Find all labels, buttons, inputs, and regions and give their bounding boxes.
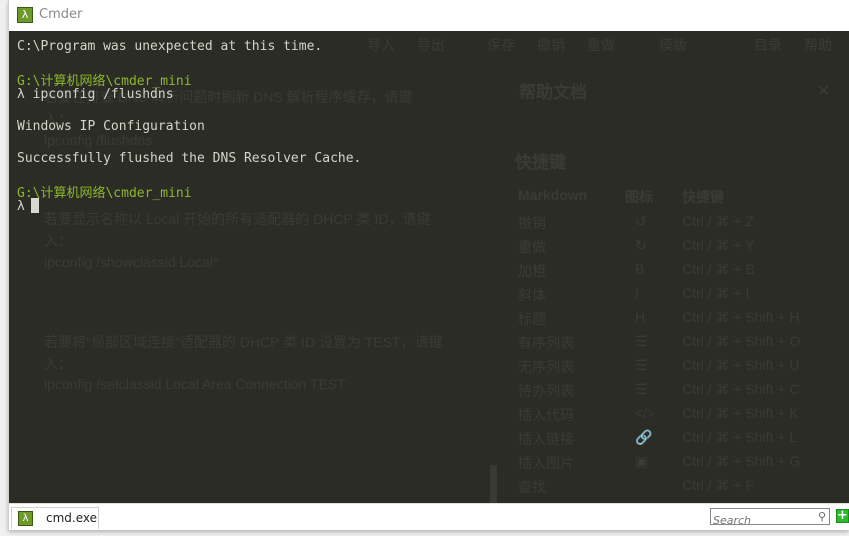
tab-cmd[interactable]: λ cmd.exe — [11, 507, 99, 529]
ghost-help-cell: H — [635, 309, 646, 325]
ghost-help-cell: Ctrl / ⌘ + Shift + C — [682, 381, 800, 397]
terminal-line: Windows IP Configuration — [17, 119, 205, 134]
ghost-help-cell: 插入图片 — [518, 455, 574, 471]
ghost-help-cell: ↻ — [635, 237, 647, 253]
ghost-help-cell: Ctrl / ⌘ + Shift + K — [682, 405, 799, 421]
ghost-help-cell: ☰ — [635, 357, 648, 373]
add-tab-button[interactable]: + — [836, 509, 849, 523]
ghost-help-cell: 待办列表 — [518, 383, 574, 399]
ghost-help-cell: 斜体 — [518, 287, 546, 303]
cmder-logo-icon: λ — [17, 7, 33, 23]
ghost-toolbar-label: 目录 — [754, 37, 782, 53]
ghost-help-title: 帮助文档 — [519, 83, 587, 102]
status-bar: λ cmd.exe ⚲ + — [9, 503, 849, 530]
ghost-help-cell: Ctrl / ⌘ + Shift + H — [682, 309, 800, 325]
lambda-icon: λ — [18, 511, 33, 526]
ghost-doc-line: 若要将"局部区域连接"适配器的 DHCP 类 ID 设置为 TEST，请键 — [44, 334, 443, 350]
search-input[interactable] — [711, 513, 811, 528]
ghost-help-cell: 加粗 — [518, 263, 546, 279]
ghost-toolbar-label: 保存 — [487, 37, 515, 53]
ghost-help-cell: Ctrl / ⌘ + I — [682, 285, 750, 301]
ghost-toolbar-label: 撤销 — [537, 37, 565, 53]
ghost-help-cell: 撤销 — [518, 215, 546, 231]
ghost-help-header: 图标 — [625, 189, 653, 205]
ghost-help-cell: 标题 — [518, 311, 546, 327]
ghost-help-cell: </> — [635, 405, 656, 421]
tab-label: cmd.exe — [46, 511, 98, 525]
ghost-help-cell: Ctrl / ⌘ + Shift + O — [682, 333, 801, 349]
ghost-toolbar-label: 导入 — [367, 37, 395, 53]
cmder-window: λ Cmder 导入 导出 保存 撤销 重做 模版 目录 帮助 帮助文档 ✕ 快捷键 Markdown… — [8, 0, 849, 530]
search-box[interactable]: ⚲ — [710, 508, 830, 528]
ghost-help-cell: Ctrl / ⌘ + F — [682, 477, 754, 493]
ghost-help-header: 快捷键 — [682, 189, 724, 205]
ghost-help-cell: ▣ — [635, 453, 649, 469]
ghost-doc-line: 若要显示名称以 Local 开始的所有适配器的 DHCP 类 ID，请键 — [44, 211, 431, 227]
background-scrollbar — [490, 465, 497, 503]
ghost-toolbar-label: 模版 — [659, 37, 687, 53]
ghost-help-cell: 有序列表 — [518, 335, 574, 351]
ghost-help-cell: 插入代码 — [518, 407, 574, 423]
ghost-help-cell: Ctrl / ⌘ + Z — [682, 213, 754, 229]
ghost-doc-line: ipconfig /setclassid Local Area Connecti… — [44, 376, 346, 392]
ghost-help-header: Markdown — [518, 187, 588, 203]
ghost-help-cell: B — [635, 261, 645, 277]
search-icon[interactable]: ⚲ — [818, 510, 826, 523]
ghost-help-cell: 🔗 — [635, 429, 653, 445]
terminal-line: λ — [17, 198, 39, 214]
ghost-toolbar-label: 导出 — [417, 37, 445, 53]
ghost-help-cell: Ctrl / ⌘ + Shift + L — [682, 429, 798, 445]
ghost-help-cell: 插入链接 — [518, 431, 574, 447]
terminal-line: λ ipconfig /flushdns — [17, 87, 174, 102]
ghost-doc-line: 入： — [44, 233, 72, 249]
ghost-help-cell: 重做 — [518, 239, 546, 255]
title-bar[interactable]: λ Cmder — [9, 0, 849, 31]
terminal-line: Successfully flushed the DNS Resolver Ca… — [17, 151, 362, 166]
ghost-help-cell: Ctrl / ⌘ + B — [682, 261, 755, 277]
ghost-help-section: 快捷键 — [515, 153, 566, 172]
terminal-line: C:\Program was unexpected at this time. — [17, 39, 323, 54]
ghost-close-icon: ✕ — [817, 83, 831, 100]
ghost-help-cell: Ctrl / ⌘ + Shift + G — [682, 453, 801, 469]
window-title: Cmder — [39, 7, 83, 22]
ghost-doc-line: 入： — [44, 356, 72, 372]
ghost-help-cell: ☰ — [635, 333, 648, 349]
ghost-help-cell: I — [635, 285, 639, 301]
ghost-help-cell: Ctrl / ⌘ + Shift + U — [682, 357, 800, 373]
terminal-line: G:\计算机网络\cmder_mini — [17, 186, 192, 201]
ghost-help-cell: ↺ — [635, 213, 647, 229]
ghost-doc-line: ipconfig /flushdns — [44, 132, 153, 148]
ghost-doc-line: ipconfig /showclassid Local* — [44, 254, 219, 270]
ghost-help-cell: Ctrl / ⌘ + Y — [682, 237, 755, 253]
terminal-cursor — [30, 198, 39, 213]
terminal[interactable]: 导入 导出 保存 撤销 重做 模版 目录 帮助 帮助文档 ✕ 快捷键 Markdown 图标 快捷键 撤销 ↺… — [9, 31, 849, 503]
ghost-toolbar-label: 帮助 — [804, 37, 832, 53]
ghost-toolbar-label: 重做 — [587, 37, 615, 53]
ghost-help-cell: 无序列表 — [518, 359, 574, 375]
ghost-help-cell: ☰ — [635, 381, 648, 397]
ghost-help-cell: 查找 — [518, 479, 546, 495]
